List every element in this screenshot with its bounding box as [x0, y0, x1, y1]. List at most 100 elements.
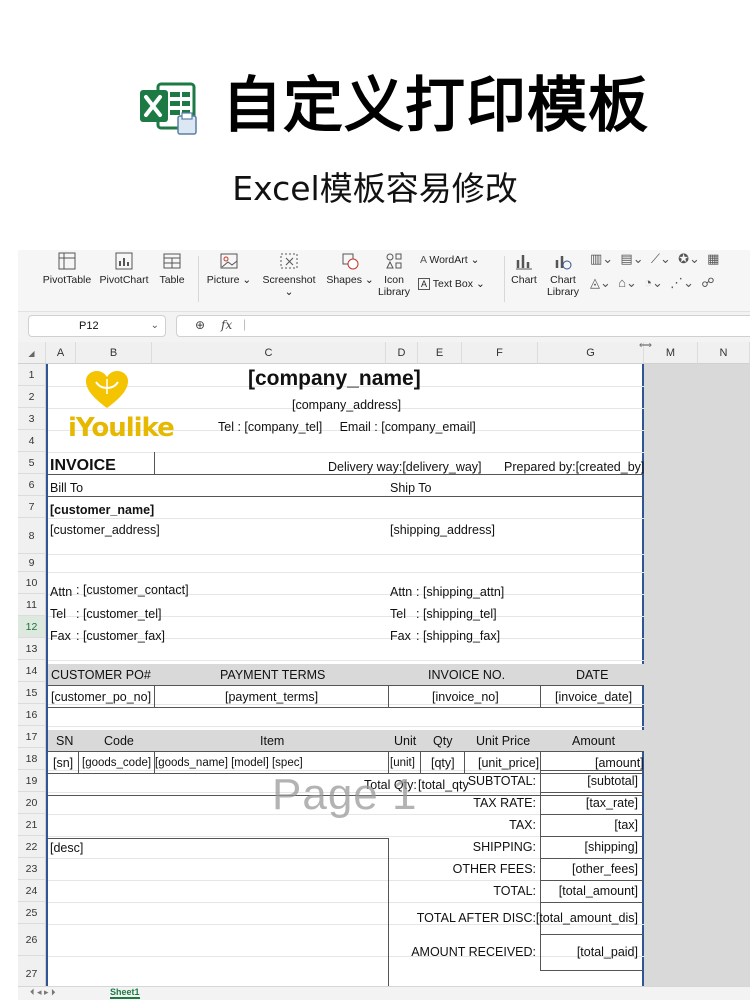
tab-sheet1[interactable]: Sheet1 [110, 987, 140, 999]
row-header-3[interactable]: 3 [18, 408, 46, 430]
row-header-4[interactable]: 4 [18, 430, 46, 452]
summary-cell-border [540, 970, 644, 971]
gridline [48, 726, 644, 727]
combo-chart-icon[interactable]: ☍ [701, 275, 714, 290]
hdr-item: Item [260, 734, 285, 748]
summary-cell-divider [540, 770, 541, 792]
col-header-f[interactable]: F [462, 342, 538, 364]
summary-value: [total_paid] [576, 945, 638, 959]
row-header-11[interactable]: 11 [18, 594, 46, 616]
row-header-26[interactable]: 26 [18, 924, 46, 956]
chevron-down-icon[interactable]: ⌄ [151, 316, 159, 336]
gridline [48, 956, 644, 957]
heart-logo-icon [86, 371, 128, 408]
ship-fax-label: Fax [390, 629, 411, 643]
col-header-g[interactable]: G [538, 342, 644, 364]
invoice-date: [invoice_date] [555, 690, 633, 704]
pivottable-button[interactable]: PivotTable [42, 252, 92, 286]
row-header-20[interactable]: 20 [18, 792, 46, 814]
row-header-12[interactable]: 12 [18, 616, 46, 638]
item-qty: [qty] [431, 756, 455, 770]
textbox-button[interactable]: A Text Box ⌄ [418, 277, 485, 291]
items-header-fill [48, 730, 644, 751]
name-box[interactable]: P12 ⌄ [28, 315, 166, 337]
item-code: [goods_code] [82, 757, 152, 769]
pie-chart-icon[interactable]: ◔⌄ [644, 275, 663, 290]
bar-chart-icon[interactable]: ▤⌄ [620, 251, 643, 266]
shapes-icon [342, 253, 359, 270]
item-unit-price: [unit_price] [478, 756, 540, 770]
customer-tel: : [customer_tel] [76, 607, 162, 621]
icon-library-button[interactable]: Icon Library [376, 252, 412, 298]
col-header-a[interactable]: A [46, 342, 76, 364]
line-chart-icon[interactable]: ⟋⌄ [651, 251, 671, 266]
items-table-mid [48, 751, 644, 752]
fx-icon[interactable]: fx [221, 318, 232, 332]
summary-cell-divider [540, 934, 541, 970]
tel-label: Tel [50, 607, 66, 621]
summary-cell-border [540, 858, 644, 859]
wordart-button[interactable]: A WordArt ⌄ [420, 253, 479, 267]
screenshot-button[interactable]: Screenshot ⌄ [258, 252, 320, 298]
row-header-21[interactable]: 21 [18, 814, 46, 836]
row-header-18[interactable]: 18 [18, 748, 46, 770]
attn-label: Attn [50, 585, 73, 599]
prepared-by: Prepared by:[created_by] [504, 460, 645, 474]
item-sn: [sn] [53, 756, 74, 770]
formula-divider: | [243, 317, 247, 331]
hdr-date: DATE [576, 668, 609, 682]
chart-types-row-1[interactable]: ▥⌄ ▤⌄ ⟋⌄ ✪⌄ ▦ [590, 252, 719, 266]
row-header-16[interactable]: 16 [18, 704, 46, 726]
chart-button[interactable]: Chart [508, 252, 540, 286]
col-header-e[interactable]: E [418, 342, 462, 364]
row-header-17[interactable]: 17 [18, 726, 46, 748]
row-header-23[interactable]: 23 [18, 858, 46, 880]
row-header-14[interactable]: 14 [18, 660, 46, 682]
col-header-b[interactable]: B [76, 342, 152, 364]
picture-button[interactable]: Picture ⌄ [206, 252, 252, 286]
row-header-7[interactable]: 7 [18, 496, 46, 518]
hidden-columns-marker-icon[interactable]: ⟺ [639, 340, 652, 351]
row-header-5[interactable]: 5 [18, 452, 46, 474]
non-print-area [644, 364, 750, 1000]
area-chart-icon[interactable]: ◬⌄ [590, 275, 611, 290]
table-button[interactable]: Table [156, 252, 188, 286]
formula-input[interactable]: ⊕ fx | [176, 315, 750, 337]
radar-chart-icon[interactable]: ✪⌄ [678, 251, 700, 266]
company-address: [company_address] [292, 398, 402, 412]
row-header-9[interactable]: 9 [18, 554, 46, 572]
chart-library-button[interactable]: Chart Library [544, 252, 582, 298]
stock-chart-icon[interactable]: ⌂⌄ [618, 275, 637, 290]
col-header-d[interactable]: D [386, 342, 418, 364]
row-header-13[interactable]: 13 [18, 638, 46, 660]
row-header-2[interactable]: 2 [18, 386, 46, 408]
chart-types-row-2[interactable]: ◬⌄ ⌂⌄ ◔⌄ ⋰⌄ ☍ [590, 276, 714, 290]
scatter-chart-icon[interactable]: ⋰⌄ [670, 275, 694, 290]
summary-label: SHIPPING: [472, 840, 536, 854]
row-header-25[interactable]: 25 [18, 902, 46, 924]
item-name: [goods_name] [model] [spec] [155, 757, 303, 769]
row-header-15[interactable]: 15 [18, 682, 46, 704]
hdr-unit: Unit [394, 734, 417, 748]
row-header-6[interactable]: 6 [18, 474, 46, 496]
row-header-8[interactable]: 8 [18, 518, 46, 554]
spreadsheet-grid: ◢ A B C D E F G M N ⟺ 1 2 3 4 5 6 7 8 9 10 11 12 13 1… [18, 340, 750, 1000]
summary-label: TAX: [509, 818, 536, 832]
pivotchart-button[interactable]: PivotChart [98, 252, 150, 286]
row-header-22[interactable]: 22 [18, 836, 46, 858]
more-chart-icon[interactable]: ▦ [707, 251, 719, 266]
col-header-c[interactable]: C [152, 342, 386, 364]
row-header-10[interactable]: 10 [18, 572, 46, 594]
magnifier-icon[interactable]: ⊕ [195, 318, 205, 332]
select-all-corner[interactable]: ◢ [18, 342, 46, 364]
col-header-n[interactable]: N [698, 342, 750, 364]
tab-scroll-icons[interactable]: ⏴ ◂ ▸ ⏵ [30, 987, 56, 998]
column-chart-icon[interactable]: ▥⌄ [590, 251, 613, 266]
row-header-24[interactable]: 24 [18, 880, 46, 902]
shapes-button[interactable]: Shapes ⌄ [324, 252, 376, 286]
col-header-m[interactable]: M [644, 342, 698, 364]
customer-address: [customer_address] [50, 523, 160, 537]
pivotchart-label: PivotChart [99, 274, 149, 286]
row-header-19[interactable]: 19 [18, 770, 46, 792]
row-header-1[interactable]: 1 [18, 364, 46, 386]
